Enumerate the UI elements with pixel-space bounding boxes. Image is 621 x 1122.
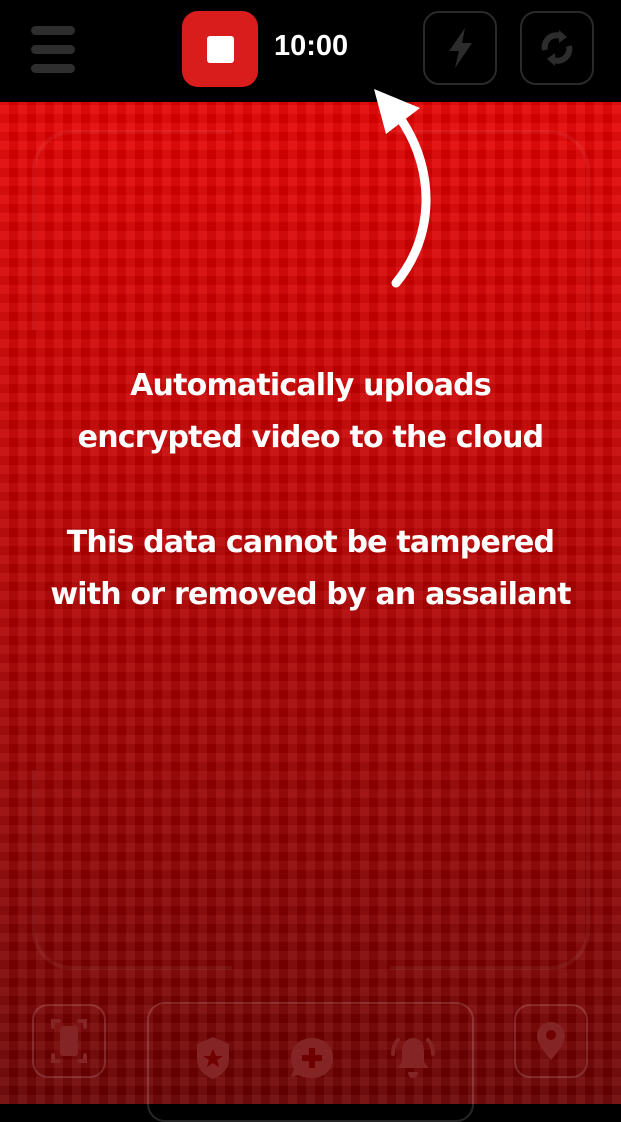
switch-camera-button[interactable] (520, 11, 594, 85)
medical-button[interactable] (288, 1034, 336, 1082)
alarm-bell-icon (391, 1038, 435, 1078)
flash-button[interactable] (423, 11, 497, 85)
recording-timer: 10:00 (274, 30, 349, 62)
frame-corner-bottom-left (32, 770, 232, 970)
frame-corner-bottom-right (390, 770, 590, 970)
menu-icon (30, 26, 76, 73)
message-line-3: This data cannot be tampered (66, 525, 555, 560)
screen-capture-button[interactable] (32, 1004, 106, 1078)
message-line-2: encrypted video to the cloud (77, 420, 544, 455)
screen-capture-icon (51, 1019, 87, 1063)
top-bar: 10:00 (0, 0, 621, 102)
police-shield-icon (197, 1037, 229, 1079)
message-line-1: Automatically uploads (130, 368, 492, 403)
location-button[interactable] (514, 1004, 588, 1078)
flash-icon (449, 28, 472, 68)
police-button[interactable] (189, 1034, 237, 1082)
message-line-4: with or removed by an assailant (50, 577, 571, 612)
stop-recording-button[interactable] (182, 11, 258, 87)
location-pin-icon (537, 1022, 565, 1060)
emergency-actions-group (147, 1002, 474, 1122)
alarm-button[interactable] (389, 1034, 437, 1082)
medical-chat-icon (291, 1038, 333, 1078)
frame-corner-top-left (32, 130, 232, 330)
arrow-pointer-icon (374, 89, 431, 288)
menu-button[interactable] (30, 26, 76, 73)
switch-camera-icon (541, 30, 573, 66)
stop-icon (207, 36, 234, 63)
